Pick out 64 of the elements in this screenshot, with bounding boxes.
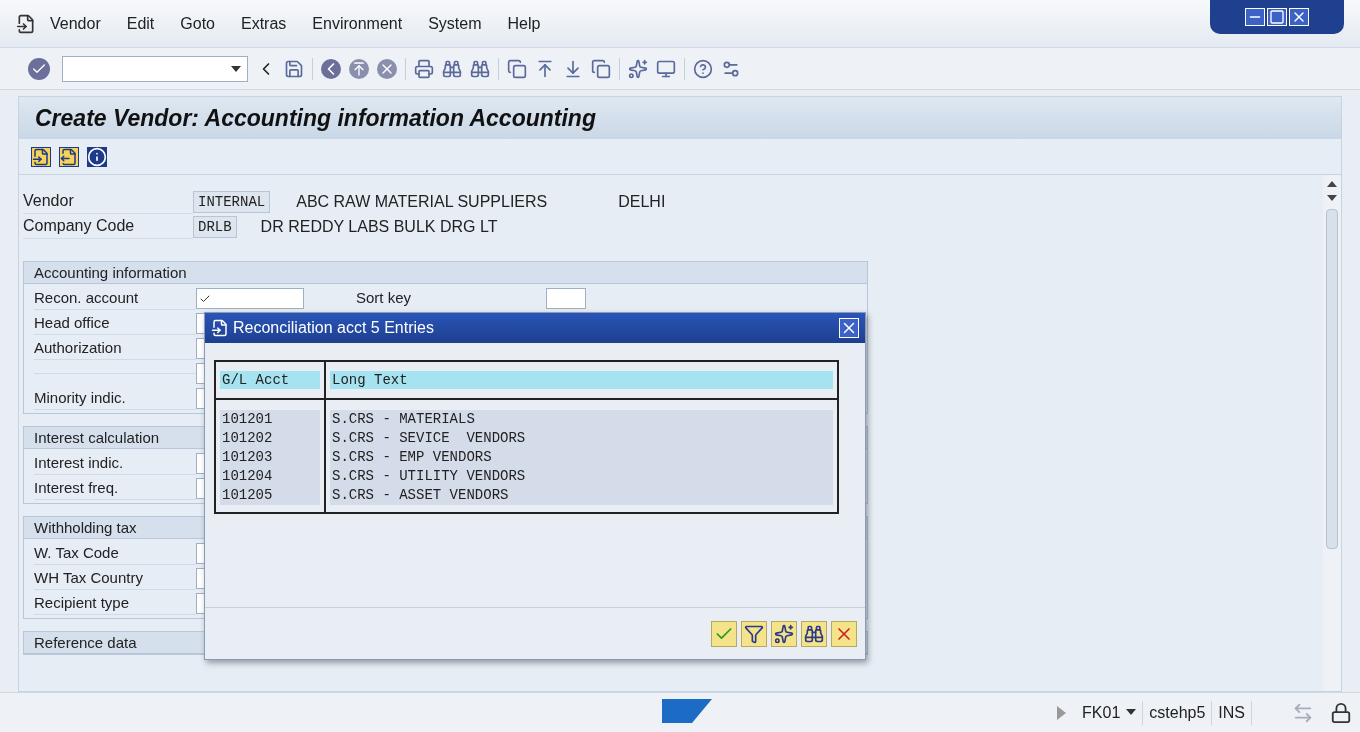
- list-cell[interactable]: S.CRS - ASSET VENDORS: [330, 486, 833, 505]
- dropdown-caret-icon: [1126, 708, 1137, 715]
- server-name: cstehp5: [1143, 700, 1213, 725]
- menu-item[interactable]: Environment: [312, 11, 403, 36]
- menu-item[interactable]: Goto: [180, 11, 215, 36]
- previous-page-icon[interactable]: [535, 58, 555, 79]
- cancel-icon[interactable]: [831, 620, 857, 647]
- print-icon[interactable]: [414, 58, 434, 79]
- field-label: Sort key: [356, 288, 413, 309]
- lock-icon[interactable]: [1330, 701, 1352, 724]
- field-text: DR REDDY LABS BULK DRG LT: [260, 216, 498, 237]
- cancel-icon[interactable]: [377, 58, 397, 79]
- next-screen-icon[interactable]: [59, 146, 79, 167]
- list-cell[interactable]: S.CRS - UTILITY VENDORS: [330, 467, 833, 486]
- list-cell[interactable]: S.CRS - MATERIALS: [330, 410, 833, 429]
- input-field[interactable]: [546, 288, 586, 309]
- dropdown-caret-icon: [231, 65, 241, 72]
- next-page-icon[interactable]: [563, 58, 583, 79]
- column-header[interactable]: G/L Acct: [220, 371, 320, 389]
- scrollbar[interactable]: [1323, 175, 1341, 691]
- input-field[interactable]: [196, 288, 304, 309]
- find-next-icon[interactable]: [470, 58, 490, 79]
- readonly-field: INTERNAL: [193, 190, 271, 213]
- readonly-field: DRLB: [193, 215, 237, 238]
- list-cell[interactable]: 101205: [220, 486, 320, 505]
- find-icon[interactable]: [442, 58, 462, 79]
- menu-item[interactable]: Extras: [241, 11, 287, 36]
- find-icon[interactable]: [801, 620, 827, 647]
- list-cell[interactable]: 101204: [220, 467, 320, 486]
- expand-icon[interactable]: [1057, 705, 1067, 720]
- sap-logo-icon: [662, 699, 712, 723]
- command-field[interactable]: [62, 55, 248, 82]
- menu-icon[interactable]: [16, 13, 36, 34]
- close-icon[interactable]: [839, 318, 859, 338]
- screen-title: Create Vendor: Accounting information Accounting: [35, 103, 596, 133]
- column-header[interactable]: Long Text: [330, 371, 833, 389]
- menu-item[interactable]: Help: [507, 11, 541, 36]
- menu-item[interactable]: Edit: [126, 11, 155, 36]
- maximize-icon[interactable]: [1267, 8, 1287, 26]
- list-cell[interactable]: S.CRS - SEVICE VENDORS: [330, 429, 833, 448]
- info-icon[interactable]: [87, 146, 107, 167]
- transaction-code[interactable]: FK01: [1076, 700, 1144, 725]
- list-cell[interactable]: 101202: [220, 429, 320, 448]
- menu-item[interactable]: System: [428, 11, 482, 36]
- list-cell[interactable]: S.CRS - EMP VENDORS: [330, 448, 833, 467]
- dialog-title: Reconciliation acct 5 Entries: [233, 318, 434, 338]
- close-icon[interactable]: [1289, 8, 1309, 26]
- dialog-menu-icon[interactable]: [211, 319, 229, 337]
- menu-item[interactable]: Vendor: [50, 11, 101, 36]
- enter-icon[interactable]: [28, 57, 50, 80]
- shortcut-icon[interactable]: [656, 58, 676, 79]
- field-text: ABC RAW MATERIAL SUPPLIERS: [296, 191, 549, 212]
- exit-icon[interactable]: [349, 58, 369, 79]
- previous-screen-icon[interactable]: [31, 146, 51, 167]
- minimize-icon[interactable]: [1245, 8, 1265, 26]
- help-icon[interactable]: [693, 58, 713, 79]
- list-cell[interactable]: 101201: [220, 410, 320, 429]
- save-icon[interactable]: [284, 58, 304, 79]
- list-cell[interactable]: 101203: [220, 448, 320, 467]
- input-mode: INS: [1212, 700, 1252, 725]
- group-title: Accounting information: [24, 262, 867, 284]
- back-icon[interactable]: [321, 58, 341, 79]
- filter-icon[interactable]: [741, 620, 767, 647]
- field-text: DELHI: [618, 191, 666, 212]
